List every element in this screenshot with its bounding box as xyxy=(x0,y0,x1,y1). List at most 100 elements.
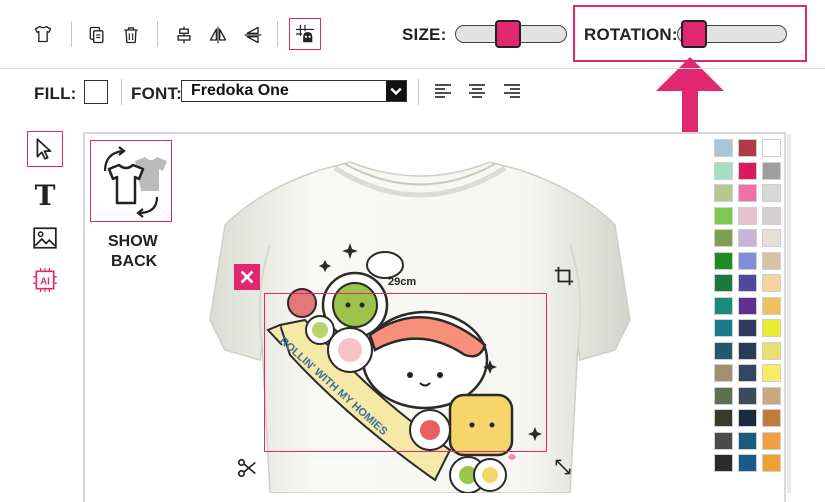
font-select-value: Fredoka One xyxy=(191,82,289,99)
color-swatch[interactable] xyxy=(762,274,781,292)
tshirt-button[interactable] xyxy=(30,21,56,47)
flip-vertical-button[interactable] xyxy=(240,22,266,48)
color-swatch[interactable] xyxy=(762,184,781,202)
color-swatch[interactable] xyxy=(762,139,781,157)
color-swatch[interactable] xyxy=(762,296,781,315)
color-swatch[interactable] xyxy=(762,409,781,427)
toolbar-divider xyxy=(418,79,419,105)
flip-shirt-icon xyxy=(103,146,167,218)
crop-button[interactable] xyxy=(553,265,577,289)
color-swatch[interactable] xyxy=(738,229,757,247)
toolbar-divider xyxy=(0,68,825,69)
color-swatch[interactable] xyxy=(762,431,781,450)
color-swatch[interactable] xyxy=(762,161,781,180)
fill-label: FILL: xyxy=(34,84,77,103)
toolbar-divider xyxy=(71,21,72,47)
font-select[interactable]: Fredoka One xyxy=(181,80,407,102)
align-right-button[interactable] xyxy=(502,81,524,103)
color-swatch[interactable] xyxy=(714,139,733,157)
grid-snap-icon xyxy=(295,24,315,43)
delete-button[interactable] xyxy=(118,22,144,48)
flip-vertical-icon xyxy=(244,26,262,44)
ai-tool-button[interactable]: AI xyxy=(27,262,63,298)
color-swatch[interactable] xyxy=(738,296,757,315)
color-swatch[interactable] xyxy=(738,454,757,472)
selection-box[interactable] xyxy=(264,293,547,452)
color-swatch[interactable] xyxy=(738,251,757,270)
align-left-button[interactable] xyxy=(433,81,455,103)
color-swatch[interactable] xyxy=(714,274,733,292)
fill-color-swatch[interactable] xyxy=(84,80,108,104)
text-icon: T xyxy=(34,178,56,212)
scissors-icon xyxy=(237,458,256,478)
color-swatch[interactable] xyxy=(762,251,781,270)
align-center-icon xyxy=(469,84,485,98)
color-swatch[interactable] xyxy=(714,409,733,427)
color-swatch[interactable] xyxy=(738,161,757,180)
show-back-label-1: SHOW xyxy=(108,233,158,250)
color-swatch[interactable] xyxy=(714,386,733,405)
color-swatch[interactable] xyxy=(762,364,781,382)
image-tool-button[interactable] xyxy=(27,220,63,256)
color-swatch[interactable] xyxy=(738,206,757,225)
rotation-slider-thumb[interactable] xyxy=(681,20,708,48)
flip-horizontal-button[interactable] xyxy=(205,22,231,48)
color-swatch[interactable] xyxy=(738,319,757,337)
text-tool-button[interactable]: T xyxy=(27,177,63,213)
color-swatch[interactable] xyxy=(714,161,733,180)
canvas-scrollbar[interactable] xyxy=(787,134,791,493)
pointer-icon xyxy=(36,138,52,160)
color-swatch[interactable] xyxy=(738,431,757,450)
color-swatch[interactable] xyxy=(714,431,733,450)
color-swatch[interactable] xyxy=(714,364,733,382)
align-center-vertical-icon xyxy=(177,26,191,44)
chevron-down-icon xyxy=(386,81,406,101)
align-center-text-button[interactable] xyxy=(467,81,489,103)
color-swatch[interactable] xyxy=(738,364,757,382)
select-tool-button[interactable] xyxy=(27,131,63,167)
show-back-button[interactable] xyxy=(90,140,172,222)
scissors-button[interactable] xyxy=(236,457,260,481)
color-swatch[interactable] xyxy=(738,386,757,405)
color-swatch[interactable] xyxy=(762,454,781,472)
color-swatch[interactable] xyxy=(714,454,733,472)
grid-snap-button[interactable] xyxy=(289,18,321,50)
align-left-icon xyxy=(435,84,451,98)
color-swatch[interactable] xyxy=(762,229,781,247)
align-right-icon xyxy=(504,84,520,98)
color-swatch[interactable] xyxy=(738,139,757,157)
color-swatch[interactable] xyxy=(714,184,733,202)
show-back-label-2: BACK xyxy=(111,253,158,270)
color-swatch[interactable] xyxy=(738,184,757,202)
color-swatch[interactable] xyxy=(762,386,781,405)
color-swatch[interactable] xyxy=(714,319,733,337)
tshirt-icon xyxy=(34,25,52,43)
color-swatch[interactable] xyxy=(762,206,781,225)
color-swatch[interactable] xyxy=(738,274,757,292)
trash-icon xyxy=(124,27,138,44)
image-icon xyxy=(33,227,57,249)
close-button[interactable] xyxy=(234,264,260,290)
color-swatch[interactable] xyxy=(714,341,733,360)
align-center-button[interactable] xyxy=(171,22,197,48)
ai-icon: AI xyxy=(33,268,57,292)
copy-button[interactable] xyxy=(84,22,110,48)
resize-handle[interactable] xyxy=(553,457,575,479)
size-label: SIZE: xyxy=(402,25,447,44)
width-measure-label: 29cm xyxy=(388,276,417,288)
color-swatch[interactable] xyxy=(714,296,733,315)
toolbar-divider xyxy=(277,21,278,47)
copy-icon xyxy=(89,26,104,44)
rotation-label: ROTATION: xyxy=(584,25,678,44)
resize-icon xyxy=(555,459,571,475)
size-slider-thumb[interactable] xyxy=(494,20,521,48)
color-swatch[interactable] xyxy=(738,409,757,427)
crop-icon xyxy=(554,266,574,286)
color-swatch[interactable] xyxy=(714,251,733,270)
color-swatch[interactable] xyxy=(714,206,733,225)
color-swatch[interactable] xyxy=(762,319,781,337)
flip-horizontal-icon xyxy=(209,26,227,44)
color-swatch[interactable] xyxy=(714,229,733,247)
color-swatch[interactable] xyxy=(762,341,781,360)
color-swatch[interactable] xyxy=(738,341,757,360)
